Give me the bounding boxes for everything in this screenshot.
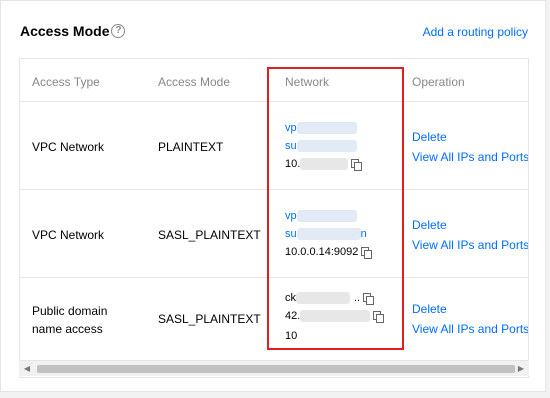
network-subnet-suffix: n [360, 228, 367, 240]
scroll-right-icon[interactable]: ▶ [513, 361, 529, 377]
access-type-line: name access [32, 322, 103, 336]
network-port-line: 10 [285, 330, 297, 342]
add-routing-policy-link[interactable]: Add a routing policy [423, 25, 528, 39]
redacted-text [296, 210, 357, 223]
delete-link[interactable]: Delete [412, 130, 447, 144]
redacted-text [296, 122, 357, 135]
network-port-text: 10 [285, 330, 298, 342]
view-all-ips-link[interactable]: View All IPs and Ports [412, 150, 528, 164]
network-vpc-text: vp [285, 122, 297, 134]
delete-link[interactable]: Delete [412, 218, 447, 232]
network-vpc-line[interactable]: vp [285, 210, 357, 223]
table-row: Public domain name access SASL_PLAINTEXT… [20, 278, 528, 364]
copy-icon[interactable] [361, 246, 373, 259]
copy-icon[interactable] [363, 292, 375, 305]
network-vpc-text: vp [285, 210, 297, 222]
network-domain-ellipsis: .. [354, 292, 361, 304]
redacted-text [296, 228, 361, 241]
view-all-ips-link[interactable]: View All IPs and Ports [412, 322, 528, 336]
access-mode-table: Access Type Access Mode Network Operatio… [19, 58, 529, 378]
redacted-text [296, 140, 357, 153]
table-row: VPC Network PLAINTEXT vp su 10. Delete V… [20, 102, 528, 190]
network-address-text: 10.0.0.14:9092 [285, 246, 359, 258]
access-mode-cell: SASL_PLAINTEXT [158, 228, 261, 242]
help-icon[interactable]: ? [111, 24, 126, 38]
delete-link[interactable]: Delete [412, 302, 447, 316]
scroll-left-icon[interactable]: ◀ [19, 361, 35, 377]
scroll-thumb[interactable] [37, 365, 515, 373]
access-type-cell: VPC Network [32, 140, 105, 154]
network-subnet-line[interactable]: su n [285, 228, 367, 241]
network-subnet-text: su [285, 140, 297, 152]
access-type-cell: VPC Network [32, 228, 105, 242]
network-address-line: 10.0.0.14:9092 [285, 246, 373, 259]
network-address-text: 10. [285, 158, 301, 170]
copy-icon[interactable] [373, 310, 385, 323]
column-header-operation: Operation [412, 75, 465, 89]
section-title-text: Access Mode [20, 23, 110, 39]
access-mode-cell: PLAINTEXT [158, 140, 224, 154]
redacted-text [300, 310, 371, 323]
horizontal-scrollbar[interactable]: ◀ ▶ [19, 360, 529, 376]
network-domain-line: ck.. [285, 292, 375, 305]
network-ip-text: 42. [285, 310, 301, 322]
view-all-ips-link[interactable]: View All IPs and Ports [412, 238, 528, 252]
network-domain-text: ck [285, 292, 296, 304]
copy-icon[interactable] [351, 158, 363, 171]
table-row: VPC Network SASL_PLAINTEXT vp su n 10.0.0… [20, 190, 528, 278]
network-ip-line: 42. [285, 310, 385, 323]
redacted-text [296, 292, 350, 305]
access-type-cell: Public domain name access [32, 302, 107, 338]
access-mode-cell: SASL_PLAINTEXT [158, 312, 261, 326]
network-address-line: 10. [285, 158, 363, 171]
table-header: Access Type Access Mode Network Operatio… [20, 59, 528, 102]
network-subnet-line[interactable]: su [285, 140, 357, 153]
access-type-line: Public domain [32, 304, 108, 318]
network-vpc-line[interactable]: vp [285, 122, 357, 135]
column-header-access-mode: Access Mode [158, 75, 231, 89]
redacted-text [300, 158, 349, 171]
network-subnet-text: su [285, 228, 297, 240]
column-header-access-type: Access Type [32, 75, 100, 89]
section-title: Access Mode ? [20, 23, 126, 39]
column-header-network: Network [285, 75, 330, 89]
